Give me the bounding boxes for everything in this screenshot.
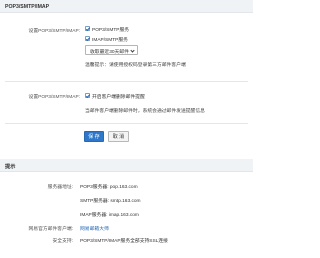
imap-server-text: IMAP服务器: imap.163.com [80,213,139,218]
delete-notify-description: 当邮件客户端删除邮件时，系统会通过邮件发送提醒信息 [85,109,205,114]
security-value-text: POP3/SMTP/IMAP服务全部支持SSL连接 [80,239,168,244]
pop-section-title: POP3/SMTP/IMAP [5,4,50,10]
delete-setting-label: 设置POP3/SMTP/IMAP: [28,95,80,100]
delete-notify-option-label: 开启客户端删除邮件提醒 [92,95,145,100]
official-client-label: 网易官方邮件客户端: [28,227,73,232]
section-divider [5,81,248,82]
cancel-button[interactable]: 取 消 [108,131,129,142]
receive-range-value: 收取最近30天邮件 [90,50,129,56]
receive-range-select[interactable]: 收取最近30天邮件 [85,45,138,55]
pop3-smtp-checkbox[interactable] [85,26,90,31]
server-address-label: 服务器地址: [47,185,73,190]
save-button[interactable]: 保 存 [84,131,104,142]
tips-section-header: 提示 [0,159,253,172]
tips-section-title: 提示 [5,164,16,170]
pop3-server-text: POP3服务器: pop.163.com [80,185,138,190]
pop-section-header: POP3/SMTP/IMAP [0,0,253,13]
smtp-server-text: SMTP服务器: smtp.163.com [80,199,141,204]
imap-smtp-option-label: IMAP/SMTP服务 [92,38,128,43]
chevron-down-icon [130,48,135,53]
delete-notify-checkbox[interactable] [85,93,90,98]
pop-setting-label: 设置POP3/SMTP/IMAP: [28,29,80,34]
imap-smtp-checkbox[interactable] [85,36,90,41]
security-label: 安全支持: [52,239,73,244]
warm-tip-text: 温馨提示：请使用授权码登录第三方邮件客户端 [85,63,186,68]
pop3-smtp-option-label: POP3/SMTP服务 [92,28,130,33]
section-divider [5,123,248,124]
official-client-link[interactable]: 网易邮箱大师 [80,225,109,232]
